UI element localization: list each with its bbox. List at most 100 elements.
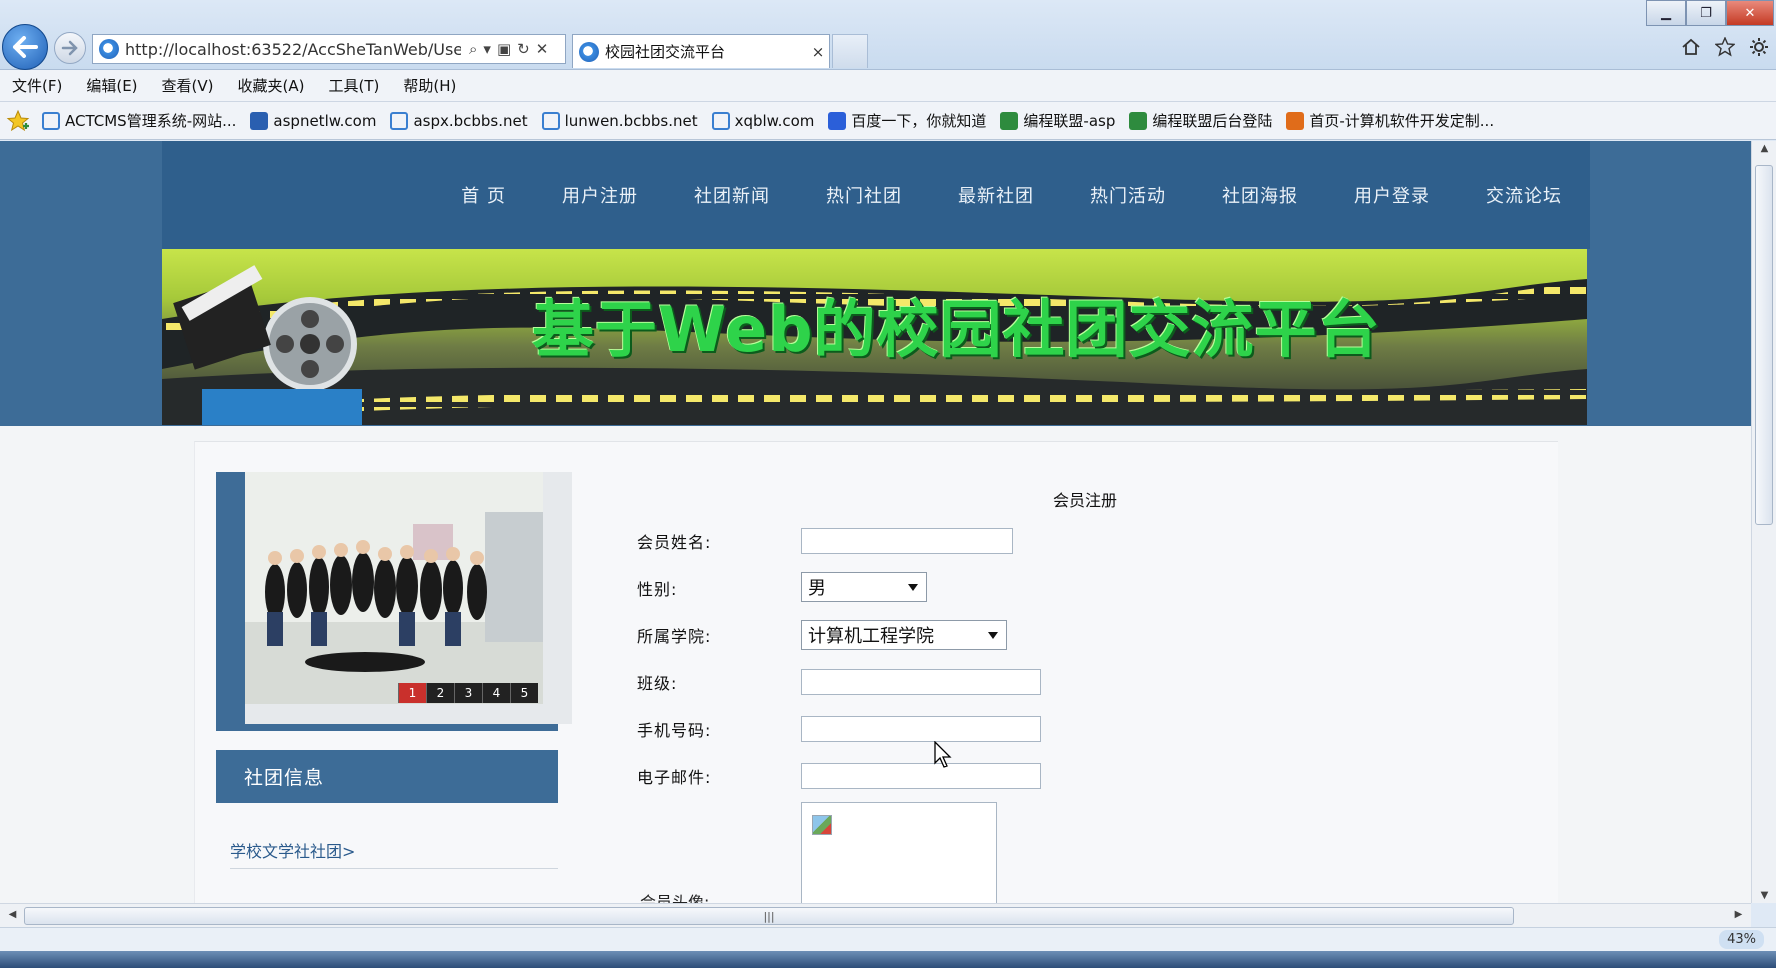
favorites-add-icon[interactable] xyxy=(6,109,30,133)
gender-select-value: 男 xyxy=(808,578,826,599)
nav-hot-events[interactable]: 热门活动 xyxy=(1090,182,1166,208)
image-placeholder-icon xyxy=(812,815,832,835)
status-bar: 43% xyxy=(0,927,1776,951)
refresh-icon[interactable]: ↻ xyxy=(517,40,530,58)
scroll-down-icon[interactable]: ▼ xyxy=(1752,890,1776,901)
favorites-star-icon[interactable] xyxy=(1714,36,1736,58)
arrow-right-icon xyxy=(61,40,78,56)
slider-page-5[interactable]: 5 xyxy=(510,683,538,703)
name-label: 会员姓名: xyxy=(637,533,712,552)
sidebar-divider xyxy=(230,868,558,869)
favorite-link[interactable]: 编程联盟后台登陆 xyxy=(1129,110,1272,131)
favorite-link[interactable]: aspx.bcbbs.net xyxy=(390,111,528,130)
menu-view[interactable]: 查看(V) xyxy=(162,75,214,96)
slider-page-1[interactable]: 1 xyxy=(398,683,426,703)
close-window-button[interactable]: ✕ xyxy=(1726,0,1774,26)
class-input[interactable] xyxy=(801,669,1041,695)
stop-icon[interactable]: ✕ xyxy=(536,40,549,58)
favorite-link[interactable]: 百度一下，你就知道 xyxy=(828,110,986,131)
window-controls: ▁ ❐ ✕ xyxy=(1646,0,1774,26)
gear-icon[interactable] xyxy=(1748,36,1770,58)
horizontal-scroll-thumb[interactable]: ||| xyxy=(24,907,1514,925)
site-nav: 首 页 用户注册 社团新闻 热门社团 最新社团 热门活动 社团海报 用户登录 交… xyxy=(162,141,1590,249)
mouse-cursor-icon xyxy=(934,741,952,768)
favorite-link[interactable]: lunwen.bcbbs.net xyxy=(541,111,698,130)
site-icon xyxy=(1286,111,1305,130)
menu-edit[interactable]: 编辑(E) xyxy=(86,75,137,96)
ie-page-icon xyxy=(42,111,60,130)
baidu-paw-icon xyxy=(828,111,847,130)
nav-posters[interactable]: 社团海报 xyxy=(1222,182,1298,208)
group-photo-image xyxy=(245,472,543,704)
email-label: 电子邮件: xyxy=(637,768,712,787)
tab-title: 校园社团交流平台 xyxy=(605,43,726,61)
menu-bar: 文件(F) 编辑(E) 查看(V) 收藏夹(A) 工具(T) 帮助(H) xyxy=(0,70,1776,102)
nav-register[interactable]: 用户注册 xyxy=(562,182,638,208)
gender-label: 性别: xyxy=(637,580,678,599)
nav-hot-clubs[interactable]: 热门社团 xyxy=(826,182,902,208)
slider-page-2[interactable]: 2 xyxy=(426,683,454,703)
vertical-scrollbar[interactable]: ▲ ▼ xyxy=(1751,141,1776,903)
ie-page-icon xyxy=(541,111,560,130)
banner-title: 基于Web的校园社团交流平台 xyxy=(532,293,1381,366)
menu-help[interactable]: 帮助(H) xyxy=(403,75,456,96)
sidebar-club-link[interactable]: 学校文学社社团> xyxy=(230,838,355,862)
favorite-link[interactable]: 编程联盟-asp xyxy=(1000,110,1115,131)
zoom-level[interactable]: 43% xyxy=(1719,930,1764,949)
phone-input[interactable] xyxy=(801,716,1041,742)
grip-icon: ||| xyxy=(763,909,775,923)
favorites-bar: ACTCMS管理系统-网站... aspnetlw.com aspx.bcbbs… xyxy=(0,102,1776,140)
sidebar-title: 社团信息 xyxy=(216,750,558,803)
scroll-left-icon[interactable]: ◀ xyxy=(0,909,25,920)
dropdown-arrow-icon xyxy=(988,632,998,639)
ie-page-icon xyxy=(390,111,409,130)
college-select[interactable]: 计算机工程学院 xyxy=(801,620,1007,650)
address-bar[interactable]: http://localhost:63522/AccSheTanWeb/User… xyxy=(92,34,566,64)
compat-view-icon[interactable]: ▣ xyxy=(497,40,511,58)
tab-active[interactable]: 校园社团交流平台 × xyxy=(572,34,830,68)
home-icon[interactable] xyxy=(1680,36,1702,58)
site-icon xyxy=(1000,111,1019,130)
tab-close-icon[interactable]: × xyxy=(807,43,829,61)
horizontal-scrollbar[interactable]: ◀ ||| ▶ xyxy=(0,903,1751,927)
site-banner: 基于Web的校园社团交流平台 xyxy=(162,249,1587,425)
back-button[interactable] xyxy=(2,24,48,70)
avatar-upload-box[interactable] xyxy=(801,802,997,903)
forward-button[interactable] xyxy=(54,32,86,64)
email-input[interactable] xyxy=(801,763,1041,789)
menu-favorites[interactable]: 收藏夹(A) xyxy=(238,75,305,96)
menu-file[interactable]: 文件(F) xyxy=(12,75,62,96)
tab-favicon xyxy=(579,41,599,62)
nav-new-clubs[interactable]: 最新社团 xyxy=(958,182,1034,208)
scroll-up-icon[interactable]: ▲ xyxy=(1752,143,1776,154)
nav-login[interactable]: 用户登录 xyxy=(1354,182,1430,208)
college-label: 所属学院: xyxy=(637,627,712,646)
favorite-link[interactable]: ACTCMS管理系统-网站... xyxy=(42,110,236,131)
nav-news[interactable]: 社团新闻 xyxy=(694,182,770,208)
avatar-label: 会员头像: xyxy=(640,893,710,903)
new-tab-button[interactable] xyxy=(832,34,868,68)
slider-page-4[interactable]: 4 xyxy=(482,683,510,703)
nav-home[interactable]: 首 页 xyxy=(461,182,506,208)
name-input[interactable] xyxy=(801,528,1013,554)
search-icon[interactable]: ⌕ xyxy=(469,40,477,58)
dropdown-icon[interactable]: ▾ xyxy=(483,40,491,58)
ie-page-icon xyxy=(99,39,119,59)
slider-page-3[interactable]: 3 xyxy=(454,683,482,703)
club-photo[interactable] xyxy=(245,472,543,704)
gender-select[interactable]: 男 xyxy=(801,572,927,602)
arrow-left-icon xyxy=(13,36,38,58)
minimize-button[interactable]: ▁ xyxy=(1646,0,1686,26)
ie-page-icon xyxy=(711,111,730,130)
os-taskbar xyxy=(0,951,1776,968)
vertical-scroll-thumb[interactable] xyxy=(1755,165,1773,525)
nav-forum[interactable]: 交流论坛 xyxy=(1486,182,1562,208)
favorite-link[interactable]: 首页-计算机软件开发定制... xyxy=(1286,110,1494,131)
menu-tools[interactable]: 工具(T) xyxy=(328,75,379,96)
favorite-link[interactable]: aspnetlw.com xyxy=(250,111,376,130)
address-text[interactable]: http://localhost:63522/AccSheTanWeb/User xyxy=(125,40,461,59)
scroll-right-icon[interactable]: ▶ xyxy=(1726,909,1751,920)
restore-button[interactable]: ❐ xyxy=(1686,0,1726,26)
dropdown-arrow-icon xyxy=(908,584,918,591)
favorite-link[interactable]: xqblw.com xyxy=(711,111,814,130)
